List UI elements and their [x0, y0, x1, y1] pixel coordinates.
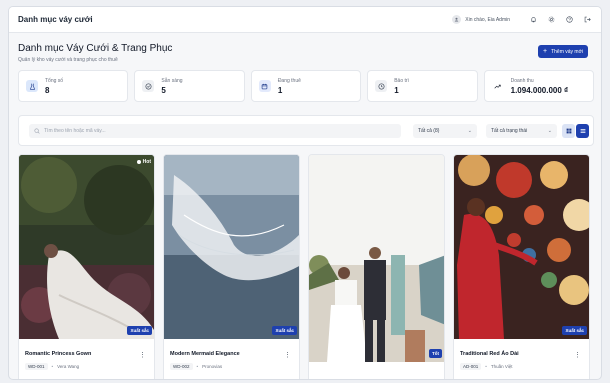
dress-icon [26, 80, 38, 92]
dress-brand: Pronovias [202, 364, 223, 369]
stat-label: Đang thuê [277, 77, 301, 84]
add-dress-button[interactable]: + Thêm váy mới [538, 45, 588, 58]
dress-code: WD-001 [25, 363, 48, 370]
more-options-icon[interactable]: ⋮ [139, 352, 146, 359]
search-icon [34, 128, 40, 134]
condition-badge: Xuất sắc [127, 326, 152, 335]
dress-code: AD-001 [460, 363, 482, 370]
stat-value: 1.094.000.000 ₫ [510, 85, 569, 95]
user-menu[interactable]: Xin chào, Eia Admin [452, 15, 510, 24]
bell-icon[interactable] [529, 15, 538, 24]
filter-bar: Tất cả (8) ⌄ Tất cả trạng thái ⌄ [18, 115, 594, 146]
stat-value: 1 [277, 85, 283, 95]
page-header: Danh mục Váy Cưới & Trang Phục Quản lý k… [18, 43, 592, 67]
dress-code: WD-002 [170, 363, 193, 370]
dress-card[interactable]: Xuất sắc Modern Mermaid Elegance WD-002 … [163, 154, 300, 379]
stat-card-total: Tổng số 8 [18, 70, 129, 102]
calendar-icon [258, 80, 271, 92]
dress-card[interactable]: Xuất sắc Traditional Red Áo Dài AD-001 •… [453, 154, 590, 379]
dress-brand: Vera Wang [57, 364, 80, 369]
hot-label: Hot [142, 159, 151, 165]
clock-icon [375, 80, 388, 92]
stat-value: 1 [394, 85, 399, 95]
dress-meta: WD-001 • Vera Wang [25, 363, 150, 370]
category-select-value: Tất cả (8) [418, 128, 440, 134]
list-view-button[interactable] [576, 124, 589, 138]
stat-label: Tổng số [45, 77, 64, 84]
stat-card-available: Sẵn sàng 5 [134, 70, 245, 102]
top-bar: Danh mục váy cưới Xin chào, Eia Admin [9, 7, 601, 33]
card-info: Traditional Red Áo Dài AD-001 • Thuần Vi… [454, 339, 589, 370]
app-title: Danh mục váy cưới [18, 15, 93, 24]
dress-card[interactable]: Hot Xuất sắc Romantic Princess Gown WD-0… [18, 154, 155, 379]
more-options-icon[interactable]: ⋮ [574, 352, 581, 359]
dress-photo: Xuất sắc [454, 155, 589, 339]
grid-view-button[interactable] [562, 124, 575, 138]
page-title: Danh mục Váy Cưới & Trang Phục [18, 43, 173, 54]
page-subtitle: Quản lý kho váy cưới và trang phục cho t… [18, 57, 118, 63]
add-dress-label: Thêm váy mới [551, 48, 583, 55]
gear-icon[interactable] [547, 15, 556, 24]
card-info [309, 362, 444, 374]
flame-icon [136, 160, 141, 164]
dress-grid: Hot Xuất sắc Romantic Princess Gown WD-0… [18, 154, 594, 379]
stat-label: Sẵn sàng [161, 77, 183, 84]
card-info: Romantic Princess Gown WD-001 • Vera Wan… [19, 339, 154, 370]
status-select-value: Tất cả trạng thái [491, 128, 528, 134]
trend-icon [491, 80, 504, 92]
stat-card-renting: Đang thuê 1 [250, 70, 362, 102]
grid-icon [566, 128, 571, 134]
search-input[interactable] [44, 128, 384, 134]
dress-meta: WD-002 • Pronovias [170, 363, 295, 370]
card-info: Modern Mermaid Elegance WD-002 • Pronovi… [164, 339, 299, 370]
stat-card-maintenance: Bảo trì 1 [367, 70, 478, 102]
condition-badge: Tốt [429, 349, 442, 358]
logout-icon[interactable] [583, 15, 592, 24]
chevron-down-icon: ⌄ [467, 128, 472, 134]
dress-name: Romantic Princess Gown [25, 351, 92, 357]
user-greeting: Xin chào, Eia Admin [465, 16, 510, 23]
dress-brand: Thuần Việt [490, 364, 513, 369]
search-box [29, 124, 401, 138]
more-options-icon[interactable]: ⋮ [284, 352, 291, 359]
dress-name: Traditional Red Áo Dài [460, 351, 519, 357]
stat-value: 8 [45, 85, 50, 95]
stat-label: Doanh thu [510, 77, 534, 84]
dress-meta: AD-001 • Thuần Việt [460, 363, 585, 370]
dress-photo: Hot Xuất sắc [19, 155, 154, 339]
dress-card[interactable]: Tốt [308, 154, 445, 379]
dress-name: Modern Mermaid Elegance [170, 351, 240, 357]
hot-badge: Hot [136, 159, 151, 165]
plus-icon: + [543, 48, 548, 55]
stat-card-revenue: Doanh thu 1.094.000.000 ₫ [483, 70, 595, 102]
status-select[interactable]: Tất cả trạng thái ⌄ [486, 124, 557, 138]
check-circle-icon [142, 80, 155, 92]
stats-row: Tổng số 8 Sẵn sàng 5 Đang thuê 1 Bảo trì… [18, 70, 595, 102]
dress-photo: Tốt [309, 155, 444, 362]
user-avatar-icon [452, 15, 462, 24]
chevron-down-icon: ⌄ [547, 128, 552, 134]
condition-badge: Xuất sắc [272, 326, 297, 335]
stat-value: 5 [161, 85, 166, 95]
list-icon [580, 129, 585, 133]
app-window: Danh mục váy cưới Xin chào, Eia Admin Da… [8, 6, 602, 380]
category-select[interactable]: Tất cả (8) ⌄ [413, 124, 477, 138]
condition-badge: Xuất sắc [562, 326, 587, 335]
help-icon[interactable] [565, 15, 574, 24]
stat-label: Bảo trì [394, 77, 409, 84]
dress-photo: Xuất sắc [164, 155, 299, 339]
